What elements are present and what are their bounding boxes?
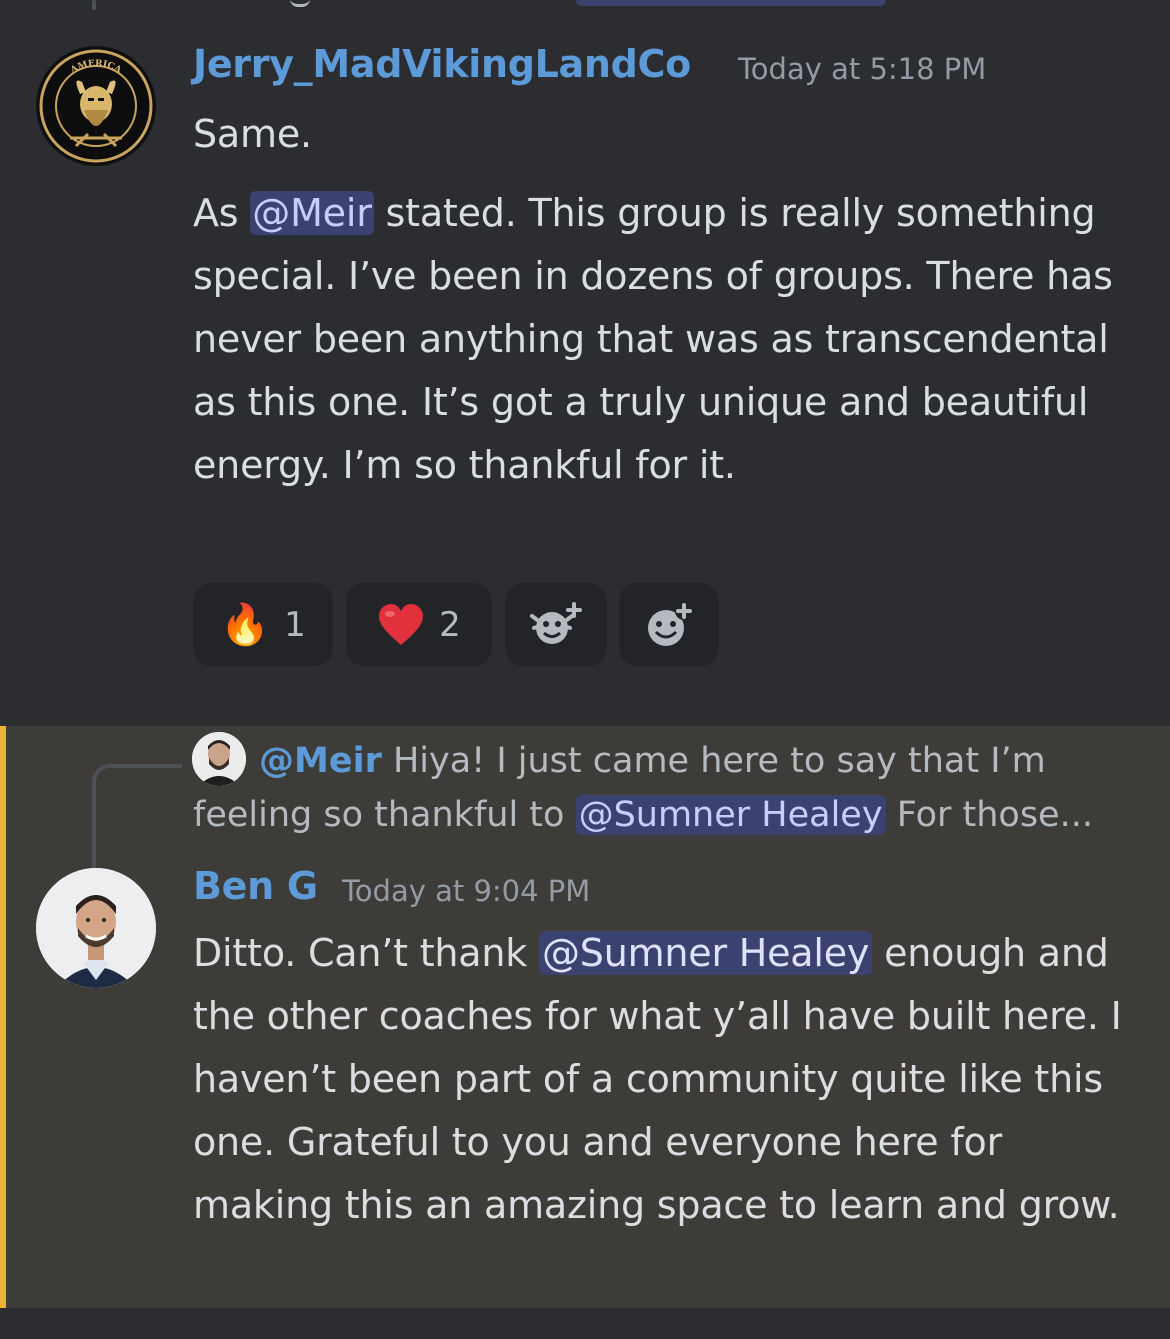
- message-jerry: AMERICA Jerry_MadVikingLandCo Today at 5…: [0, 12, 1170, 726]
- avatar[interactable]: [36, 868, 156, 988]
- message-paragraph: Ditto. Can’t thank @Sumner Healey enough…: [193, 922, 1143, 1237]
- username[interactable]: Jerry_MadVikingLandCo: [193, 42, 691, 86]
- chat-background: [0, 1308, 1170, 1339]
- viking-logo-icon: AMERICA: [38, 48, 154, 164]
- reply-spine: [92, 764, 182, 872]
- message-text: stated. This group is really something s…: [193, 191, 1113, 487]
- heart-icon: [377, 603, 425, 647]
- reply-preview[interactable]: @Meir Hiya! I just came here to say that…: [193, 734, 1153, 842]
- fire-icon: 🔥: [220, 602, 271, 648]
- add-super-reaction-icon: [528, 601, 584, 648]
- message-paragraph: As @Meir stated. This group is really so…: [193, 182, 1128, 497]
- previous-message-fragment: [0, 0, 1170, 12]
- avatar[interactable]: AMERICA: [36, 46, 156, 166]
- reaction-fire[interactable]: 🔥 1: [193, 583, 333, 666]
- reaction-heart[interactable]: 2: [346, 583, 492, 666]
- user-mention[interactable]: @Meir: [250, 191, 374, 235]
- reaction-count: 2: [439, 604, 461, 645]
- reply-mention[interactable]: @Sumner Healey: [575, 795, 886, 835]
- user-mention[interactable]: @Sumner Healey: [538, 931, 873, 975]
- message-ben: @Meir Hiya! I just came here to say that…: [0, 726, 1170, 1308]
- reaction-count: 1: [284, 604, 306, 645]
- timestamp: Today at 9:04 PM: [342, 874, 591, 908]
- thread-line: [92, 0, 96, 10]
- reply-text: For those...: [885, 795, 1093, 835]
- username[interactable]: Ben G: [193, 864, 318, 908]
- reply-author[interactable]: @Meir: [259, 741, 382, 781]
- mention-highlight-bar: [0, 726, 6, 1308]
- message-text: As: [193, 191, 251, 235]
- text-fragment: [290, 0, 310, 7]
- mention-fragment: [576, 0, 886, 6]
- add-reaction-icon: [644, 601, 694, 648]
- message-line: Same.: [193, 112, 312, 156]
- message-text: Ditto. Can’t thank: [193, 931, 539, 975]
- timestamp: Today at 5:18 PM: [738, 52, 987, 86]
- add-super-reaction-button[interactable]: [505, 583, 607, 666]
- message-text: enough and the other coaches for what y’…: [193, 931, 1122, 1227]
- add-reaction-button[interactable]: [619, 583, 719, 666]
